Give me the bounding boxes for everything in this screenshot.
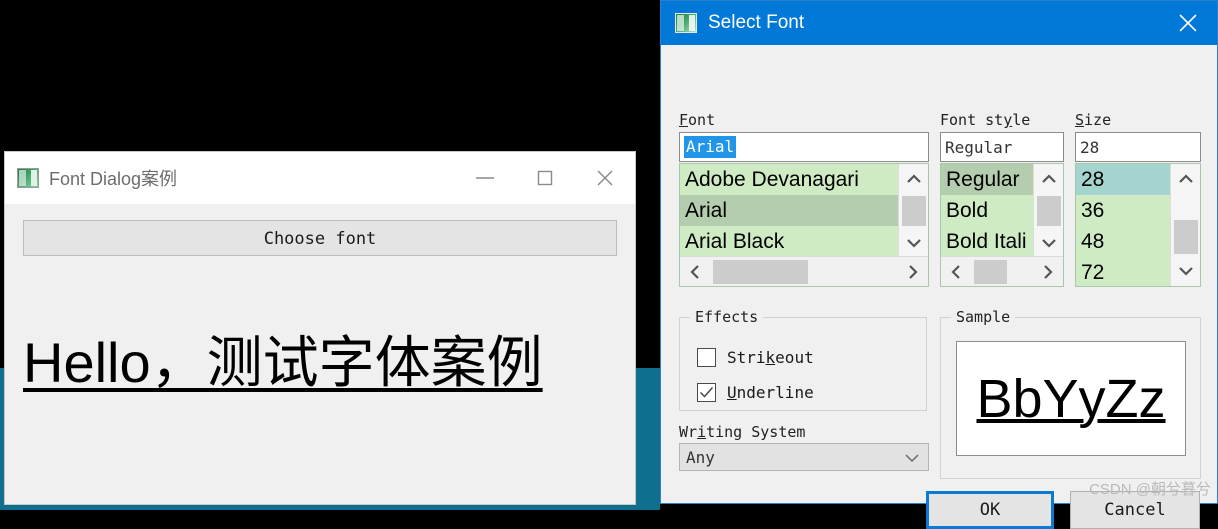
- scroll-right-icon[interactable]: [898, 257, 928, 286]
- watermark-text: CSDN @朝兮暮兮: [1089, 481, 1211, 498]
- scrollbar-thumb[interactable]: [713, 260, 808, 284]
- close-icon[interactable]: [575, 152, 635, 204]
- scrollbar-thumb[interactable]: [974, 260, 1007, 284]
- size-list[interactable]: 28 36 48 72: [1075, 163, 1201, 287]
- app-titlebar[interactable]: Font Dialog案例: [5, 152, 635, 204]
- scrollbar-thumb[interactable]: [1037, 196, 1061, 226]
- font-list-vertical-scrollbar[interactable]: [898, 164, 928, 258]
- scroll-up-icon[interactable]: [1171, 164, 1200, 194]
- scrollbar-thumb[interactable]: [902, 196, 926, 226]
- size-list-vertical-scrollbar[interactable]: [1170, 164, 1200, 286]
- writing-system-value: Any: [686, 447, 715, 467]
- list-item[interactable]: 72: [1076, 257, 1170, 286]
- font-list[interactable]: Adobe Devanagari Arial Arial Black: [679, 163, 929, 287]
- scroll-left-icon[interactable]: [680, 257, 710, 286]
- underline-checkbox[interactable]: [697, 383, 716, 402]
- list-item[interactable]: 48: [1076, 226, 1170, 257]
- scroll-left-icon[interactable]: [941, 257, 971, 286]
- sample-preview-text: BbYyZz: [976, 368, 1166, 429]
- writing-system-select[interactable]: Any: [679, 443, 929, 471]
- scroll-up-icon[interactable]: [899, 164, 928, 194]
- size-label: Size: [1075, 111, 1112, 129]
- scroll-down-icon[interactable]: [1171, 256, 1200, 286]
- effects-label: Effects: [690, 308, 764, 326]
- chevron-down-icon: [904, 448, 920, 467]
- maximize-icon[interactable]: [515, 152, 575, 204]
- sample-preview-box: BbYyZz: [956, 341, 1186, 456]
- underline-checkbox-row[interactable]: Underline: [697, 383, 814, 402]
- font-style-list[interactable]: Regular Bold Bold Itali: [940, 163, 1064, 287]
- list-item[interactable]: Regular: [941, 164, 1033, 195]
- list-item[interactable]: Adobe Devanagari: [680, 164, 898, 195]
- scroll-down-icon[interactable]: [1034, 228, 1063, 258]
- app-window-icon: [17, 168, 39, 188]
- font-style-input[interactable]: Regular: [940, 132, 1064, 162]
- dialog-title: Select Font: [708, 12, 805, 33]
- font-name-value: Arial: [684, 136, 737, 158]
- sample-display-label: Hello，测试字体案例: [23, 331, 543, 394]
- size-value: 28: [1080, 137, 1100, 157]
- font-style-label: Font style: [940, 111, 1031, 129]
- close-icon[interactable]: [1159, 1, 1217, 45]
- underline-label: Underline: [727, 383, 814, 402]
- app-window-title: Font Dialog案例: [49, 169, 178, 189]
- scroll-up-icon[interactable]: [1034, 164, 1063, 194]
- font-dialog-app-window: Font Dialog案例 Choose font Hello，测试字体案例: [5, 152, 635, 504]
- font-style-value: Regular: [945, 137, 1013, 157]
- dialog-body: FFontont Arial Adobe Devanagari Arial Ar…: [661, 45, 1217, 529]
- list-item[interactable]: Arial Black: [680, 226, 898, 257]
- font-label: FFontont: [679, 111, 716, 129]
- strikeout-checkbox-row[interactable]: Strikeout: [697, 348, 814, 367]
- sample-label: Sample: [951, 308, 1016, 326]
- scrollbar-thumb[interactable]: [1174, 220, 1198, 254]
- app-content-area: Choose font Hello，测试字体案例: [5, 204, 635, 504]
- choose-font-button[interactable]: Choose font: [23, 220, 617, 256]
- dialog-titlebar[interactable]: Select Font: [661, 1, 1217, 45]
- list-item[interactable]: Bold: [941, 195, 1033, 226]
- font-style-vertical-scrollbar[interactable]: [1033, 164, 1063, 258]
- dialog-window-icon: [675, 13, 697, 33]
- font-list-horizontal-scrollbar[interactable]: [680, 256, 928, 286]
- scroll-down-icon[interactable]: [899, 228, 928, 258]
- writing-system-label: Writing System: [679, 423, 806, 441]
- scroll-right-icon[interactable]: [1033, 257, 1063, 286]
- strikeout-label: Strikeout: [727, 348, 814, 367]
- list-item[interactable]: Bold Itali: [941, 226, 1033, 257]
- list-item[interactable]: Arial: [680, 195, 898, 226]
- ok-button[interactable]: OK: [926, 491, 1054, 529]
- font-style-horizontal-scrollbar[interactable]: [941, 256, 1063, 286]
- window-controls: [455, 152, 635, 204]
- list-item[interactable]: 36: [1076, 195, 1170, 226]
- list-item[interactable]: 28: [1076, 164, 1170, 195]
- select-font-dialog: Select Font FFontont Arial Adobe Devanag…: [660, 0, 1218, 529]
- size-input[interactable]: 28: [1075, 132, 1201, 162]
- font-name-input[interactable]: Arial: [679, 132, 929, 162]
- minimize-icon[interactable]: [455, 152, 515, 204]
- strikeout-checkbox[interactable]: [697, 348, 716, 367]
